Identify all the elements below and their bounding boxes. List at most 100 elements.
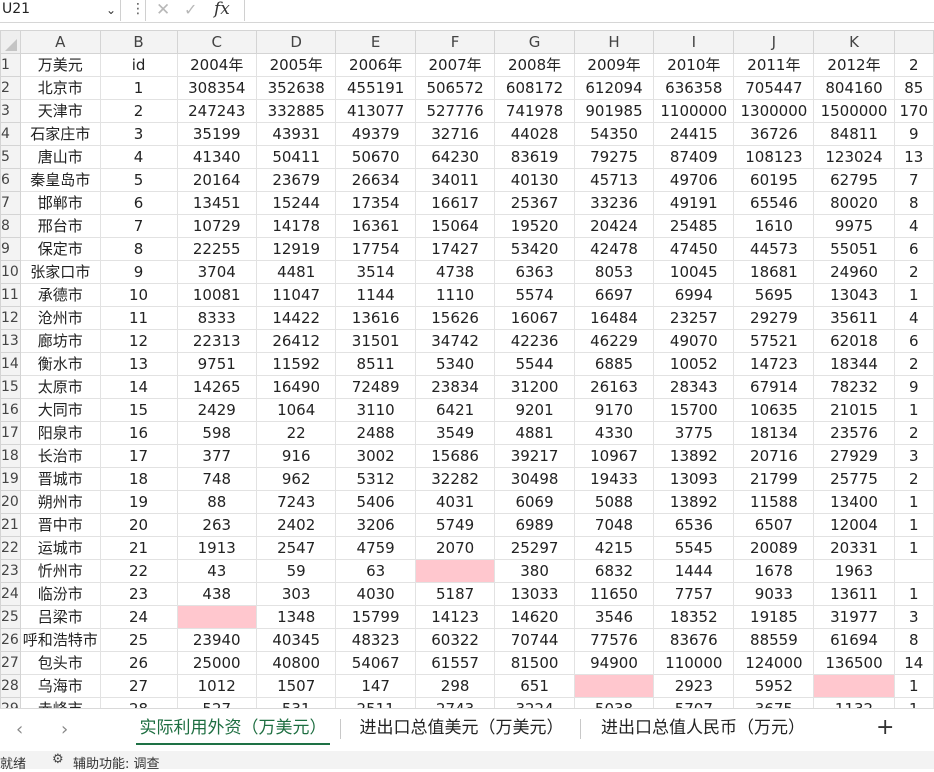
cell[interactable]: 60195 xyxy=(733,168,815,192)
cell[interactable]: 6363 xyxy=(494,260,575,284)
cell[interactable]: 10967 xyxy=(573,444,655,468)
cell[interactable]: 29279 xyxy=(733,306,815,330)
cell[interactable]: 20424 xyxy=(573,214,655,238)
cell[interactable]: 19185 xyxy=(733,605,815,629)
cell[interactable]: 25367 xyxy=(494,191,575,215)
column-header[interactable]: F xyxy=(414,30,496,54)
row-header[interactable]: 5 xyxy=(0,145,21,169)
spreadsheet-grid[interactable]: ABCDEFGHIJK 1 万美元 id 2004年 2005年 2006年 2007年 20… xyxy=(0,30,934,708)
cell[interactable]: 19 xyxy=(99,490,178,514)
cell[interactable]: 天津市 xyxy=(19,99,101,123)
cell[interactable]: 5312 xyxy=(335,467,416,491)
row-header[interactable]: 9 xyxy=(0,237,21,261)
cell[interactable]: 15799 xyxy=(335,605,416,629)
cell[interactable]: 55051 xyxy=(813,237,895,261)
cell[interactable]: 唐山市 xyxy=(19,145,101,169)
cell[interactable]: 11 xyxy=(99,306,178,330)
cell[interactable]: 15686 xyxy=(414,444,496,468)
cell[interactable]: 18352 xyxy=(653,605,735,629)
cell[interactable]: 53420 xyxy=(494,237,575,261)
cell[interactable]: 35199 xyxy=(176,122,257,146)
select-all-corner[interactable] xyxy=(0,30,21,54)
cell[interactable]: 9 xyxy=(893,375,934,399)
cell[interactable]: 1444 xyxy=(653,559,735,583)
row-header[interactable]: 20 xyxy=(0,490,21,514)
column-header[interactable]: H xyxy=(573,30,655,54)
cell[interactable]: 9201 xyxy=(494,398,575,422)
cell[interactable]: 110000 xyxy=(653,651,735,675)
cell[interactable]: 承德市 xyxy=(19,283,101,307)
cell[interactable]: 2011年 xyxy=(733,53,815,77)
cell[interactable]: 54350 xyxy=(573,122,655,146)
highlighted-empty-cell[interactable] xyxy=(414,559,496,583)
cell[interactable]: 赤峰市 xyxy=(19,697,101,708)
cell[interactable]: 438 xyxy=(176,582,257,606)
cell[interactable]: 6994 xyxy=(653,283,735,307)
cell[interactable]: 20164 xyxy=(176,168,257,192)
cell[interactable]: 352638 xyxy=(255,76,337,100)
cell[interactable]: 3775 xyxy=(653,421,735,445)
cell[interactable]: 6832 xyxy=(573,559,655,583)
cell[interactable]: 43931 xyxy=(255,122,337,146)
cell[interactable]: 4 xyxy=(893,306,934,330)
cell[interactable]: 大同市 xyxy=(19,398,101,422)
cell[interactable]: 705447 xyxy=(733,76,815,100)
cell[interactable]: 3110 xyxy=(335,398,416,422)
cell[interactable]: 23 xyxy=(99,582,178,606)
cell[interactable]: 6421 xyxy=(414,398,496,422)
cell[interactable]: 18681 xyxy=(733,260,815,284)
cell[interactable]: 2429 xyxy=(176,398,257,422)
accessibility-icon[interactable]: ⚙ xyxy=(52,752,64,767)
cell[interactable]: 6536 xyxy=(653,513,735,537)
cell[interactable]: 25 xyxy=(99,628,178,652)
cell[interactable]: 6507 xyxy=(733,513,815,537)
cell[interactable]: 27929 xyxy=(813,444,895,468)
chevron-right-icon[interactable]: › xyxy=(61,719,68,740)
cell[interactable]: 2402 xyxy=(255,513,337,537)
cell[interactable]: 60322 xyxy=(414,628,496,652)
cell[interactable]: 10052 xyxy=(653,352,735,376)
cell[interactable]: 5038 xyxy=(573,697,655,708)
row-header[interactable]: 11 xyxy=(0,283,21,307)
cell[interactable]: 2743 xyxy=(414,697,496,708)
cell[interactable]: 8053 xyxy=(573,260,655,284)
cell[interactable]: 9033 xyxy=(733,582,815,606)
column-header[interactable]: A xyxy=(19,30,101,54)
cell[interactable]: 9975 xyxy=(813,214,895,238)
cell[interactable]: 16361 xyxy=(335,214,416,238)
cell[interactable]: 61557 xyxy=(414,651,496,675)
cell[interactable]: 44028 xyxy=(494,122,575,146)
cell[interactable]: 6 xyxy=(99,191,178,215)
cell[interactable]: 17 xyxy=(99,444,178,468)
cell[interactable]: 3 xyxy=(893,444,934,468)
cell[interactable]: 5952 xyxy=(733,674,815,698)
cell[interactable]: 27 xyxy=(99,674,178,698)
cell[interactable]: 20089 xyxy=(733,536,815,560)
cell[interactable]: 23940 xyxy=(176,628,257,652)
cell[interactable]: 18 xyxy=(99,467,178,491)
cell[interactable]: 42478 xyxy=(573,237,655,261)
cell[interactable]: 13616 xyxy=(335,306,416,330)
cell[interactable]: 3704 xyxy=(176,260,257,284)
cell[interactable]: 78232 xyxy=(813,375,895,399)
cell[interactable]: 40130 xyxy=(494,168,575,192)
cell[interactable]: 41340 xyxy=(176,145,257,169)
cell[interactable]: 保定市 xyxy=(19,237,101,261)
cell[interactable]: 19433 xyxy=(573,467,655,491)
cell[interactable]: 5406 xyxy=(335,490,416,514)
highlighted-empty-cell[interactable] xyxy=(813,674,895,698)
sheet-tab-trade-usd[interactable]: 进出口总值美元（万美元） xyxy=(358,713,565,743)
cell[interactable]: 36726 xyxy=(733,122,815,146)
cell[interactable]: 13 xyxy=(99,352,178,376)
cell[interactable]: 13892 xyxy=(653,444,735,468)
cell[interactable]: 84811 xyxy=(813,122,895,146)
row-header[interactable]: 23 xyxy=(0,559,21,583)
cell[interactable]: 263 xyxy=(176,513,257,537)
insert-function-icon[interactable]: fx xyxy=(214,0,230,19)
cell[interactable]: 455191 xyxy=(335,76,416,100)
cell[interactable]: 43 xyxy=(176,559,257,583)
column-header[interactable]: C xyxy=(176,30,257,54)
cell[interactable]: 59 xyxy=(255,559,337,583)
row-header[interactable]: 24 xyxy=(0,582,21,606)
cell[interactable]: 13611 xyxy=(813,582,895,606)
